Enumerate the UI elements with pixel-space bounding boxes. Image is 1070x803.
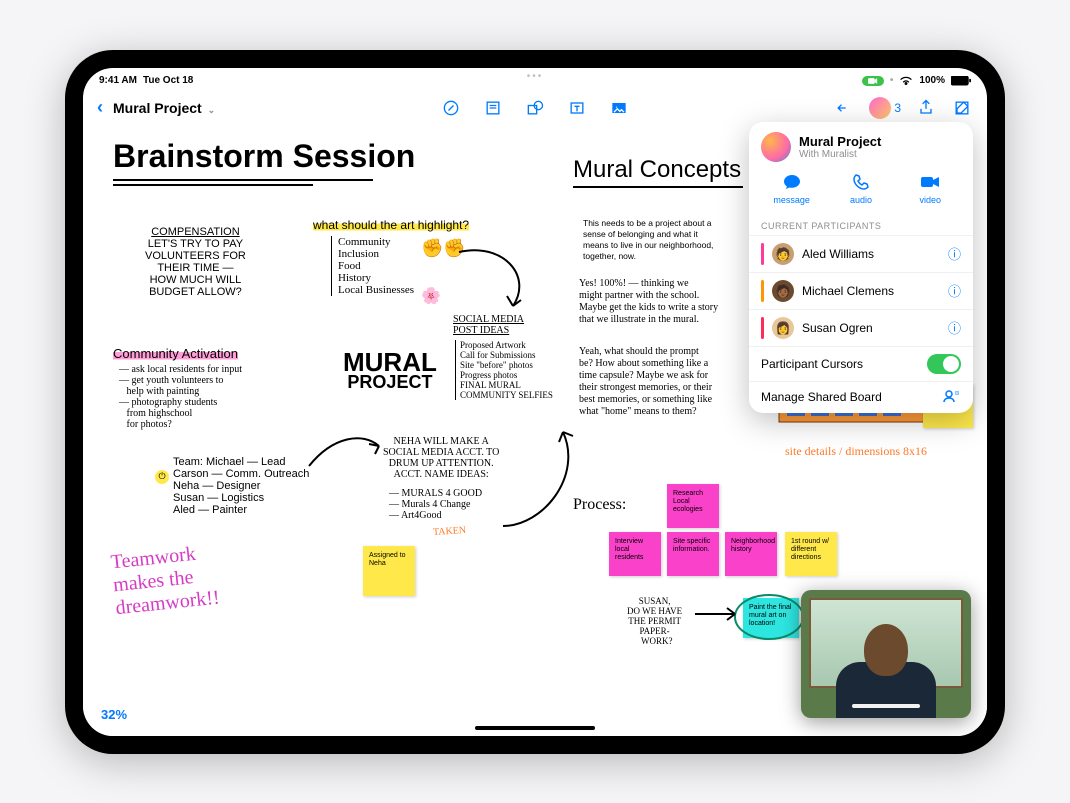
info-icon[interactable]: ⓘ [948, 244, 961, 263]
sticky-tool-icon[interactable] [482, 97, 504, 119]
popover-title: Mural Project [799, 134, 881, 149]
text-tool-icon[interactable] [566, 97, 588, 119]
arrow-4 [693, 604, 743, 624]
arrow-2 [303, 426, 383, 476]
sticky-neigh[interactable]: Neighborhood history [725, 532, 777, 576]
susan-note: SUSAN, DO WE HAVE THE PERMIT PAPER- WORK… [627, 596, 682, 646]
phone-icon [851, 172, 871, 192]
collaborators-button[interactable]: 3 [869, 97, 901, 119]
circle-annotation [733, 592, 805, 642]
chevron-down-icon: ⌄ [208, 105, 216, 115]
info-icon[interactable]: ⓘ [948, 281, 961, 300]
battery-pct: 100% [919, 75, 945, 86]
arrow-3 [493, 426, 583, 546]
participant-row[interactable]: 👩Susan Ogrenⓘ [749, 309, 973, 346]
status-date: Tue Oct 18 [143, 75, 193, 86]
collaborate-icon [943, 389, 961, 406]
share-icon[interactable] [915, 97, 937, 119]
arrow-1 [453, 246, 553, 316]
toggle-switch[interactable] [927, 354, 961, 374]
cursive-2: Yeah, what should the prompt be? How abo… [579, 346, 765, 418]
info-icon[interactable]: ⓘ [948, 318, 961, 337]
site-caption: site details / dimensions 8x16 [785, 444, 927, 459]
back-chevron[interactable]: ‹ [97, 97, 103, 118]
undo-icon[interactable] [833, 97, 855, 119]
highlight-question: what should the art highlight? [313, 218, 469, 233]
heading-concepts: Mural Concepts [573, 156, 743, 188]
multitask-grip[interactable]: ••• [527, 71, 544, 82]
participant-cursors-toggle[interactable]: Participant Cursors [749, 346, 973, 381]
sticky-round[interactable]: 1st round w/ different directions [785, 532, 837, 576]
taken-note: TAKEN [433, 524, 467, 537]
cursive-1: Yes! 100%! — thinking we might partner w… [579, 278, 759, 326]
sticky-research[interactable]: Research Local ecologies [667, 484, 719, 528]
social-label: SOCIAL MEDIA POST IDEAS [453, 314, 524, 336]
participant-row[interactable]: 🧑Aled Williamsⓘ [749, 235, 973, 272]
social-body: Proposed Artwork Call for Submissions Si… [455, 340, 553, 400]
sticky-interview[interactable]: Interview local residents [609, 532, 661, 576]
collaboration-popover: Mural Project With Muralist message audi… [749, 122, 973, 413]
heading-brainstorm: Brainstorm Session [113, 138, 415, 186]
zoom-level[interactable]: 32% [101, 707, 127, 722]
highlight-list: Community Inclusion Food History Local B… [331, 236, 414, 296]
typed-intro: This needs to be a project about a sense… [583, 218, 753, 262]
status-time: 9:41 AM [99, 75, 137, 86]
photo-tool-icon[interactable] [608, 97, 630, 119]
participants-section-label: CURRENT PARTICIPANTS [749, 215, 973, 235]
board-title[interactable]: Mural Project ⌄ [113, 100, 215, 116]
shape-tool-icon[interactable] [524, 97, 546, 119]
wifi-icon [899, 76, 913, 86]
avatar-icon [869, 97, 891, 119]
message-action[interactable]: message [764, 172, 820, 205]
compose-icon[interactable] [951, 97, 973, 119]
team-body: Team: Michael — Lead Carson — Comm. Outr… [173, 456, 309, 516]
board-avatar-icon [761, 132, 791, 162]
compensation-block: COMPENSATION LET'S TRY TO PAY VOLUNTEERS… [145, 226, 246, 298]
battery-icon [951, 76, 971, 86]
pen-tool-icon[interactable] [440, 97, 462, 119]
teamwork-note: Teamwork makes the dreamwork!! [110, 540, 221, 620]
screen: ••• 9:41 AM Tue Oct 18 • 100% ‹ Mural Pr… [83, 68, 987, 736]
neha-body: NEHA WILL MAKE A SOCIAL MEDIA ACCT. TO D… [383, 436, 499, 480]
community-body: — ask local residents for input — get yo… [119, 364, 242, 430]
manage-shared-board[interactable]: Manage Shared Board [749, 381, 973, 413]
popover-subtitle: With Muralist [799, 149, 881, 160]
audio-action[interactable]: audio [833, 172, 889, 205]
pip-person [836, 618, 936, 718]
sticky-site[interactable]: Site specific information. [667, 532, 719, 576]
tool-picker [440, 97, 630, 119]
facetime-pip[interactable] [801, 590, 971, 718]
facetime-pill[interactable] [862, 76, 884, 86]
sticky-assigned[interactable]: Assigned to Neha [363, 546, 415, 596]
mural-logo: MURAL PROJECT [343, 351, 437, 391]
ipad-frame: ••• 9:41 AM Tue Oct 18 • 100% ‹ Mural Pr… [65, 50, 1005, 754]
message-icon [782, 172, 802, 192]
app-toolbar: ‹ Mural Project ⌄ 3 [83, 90, 987, 126]
video-action[interactable]: video [902, 172, 958, 205]
video-icon [920, 172, 940, 192]
home-indicator[interactable] [475, 726, 595, 730]
community-label: Community Activation [113, 346, 238, 362]
participant-row[interactable]: 🧑🏾Michael Clemensⓘ [749, 272, 973, 309]
neha-ideas: — MURALS 4 GOOD — Murals 4 Change — Art4… [389, 488, 482, 521]
